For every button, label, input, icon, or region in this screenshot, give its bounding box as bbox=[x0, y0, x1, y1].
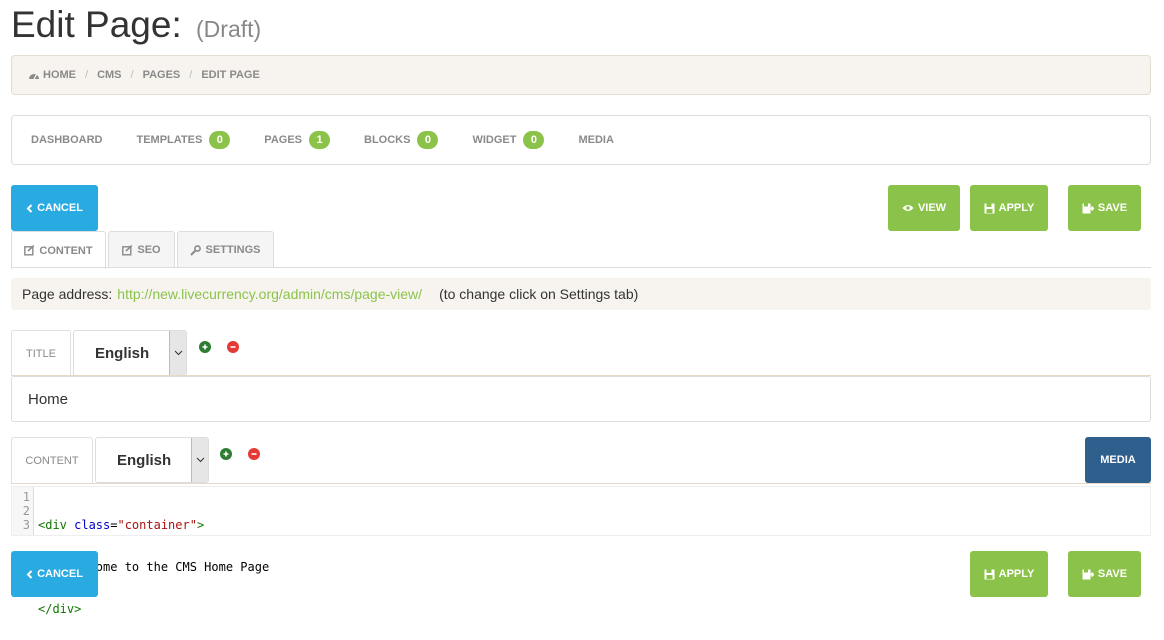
eye-icon bbox=[902, 205, 914, 211]
remove-language-icon[interactable] bbox=[227, 341, 239, 353]
nav-blocks[interactable]: BLOCKS 0 bbox=[364, 131, 439, 149]
field-label-text: CONTENT bbox=[25, 454, 79, 467]
add-language-icon[interactable] bbox=[199, 341, 211, 353]
bottom-save-button[interactable]: SAVE bbox=[1068, 551, 1141, 597]
nav-label: WIDGET bbox=[472, 134, 517, 146]
apply-label: APPLY bbox=[998, 202, 1035, 214]
selected-language: English bbox=[117, 451, 172, 469]
title-input[interactable]: Home bbox=[11, 376, 1151, 422]
edit-icon bbox=[122, 244, 133, 255]
page-title: Edit Page: (Draft) bbox=[11, 4, 261, 46]
draft-status: (Draft) bbox=[196, 16, 262, 42]
page-title-text: Edit Page: bbox=[11, 4, 182, 45]
save-label: SAVE bbox=[1097, 202, 1128, 214]
code-editor[interactable]: 1 2 3 <div class="container"> Welcome to… bbox=[11, 486, 1151, 616]
breadcrumb-separator: / bbox=[130, 69, 134, 81]
dashboard-icon bbox=[29, 74, 39, 80]
apply-button[interactable]: APPLY bbox=[970, 185, 1048, 231]
code-string: "container" bbox=[117, 518, 197, 532]
field-divider bbox=[11, 483, 1151, 484]
page-address-bar: Page address: http://new.livecurrency.or… bbox=[11, 278, 1151, 310]
chevron-left-icon bbox=[26, 569, 33, 579]
tab-settings[interactable]: SETTINGS bbox=[177, 231, 274, 268]
nav-pages[interactable]: PAGES 1 bbox=[264, 131, 330, 149]
cms-nav: DASHBOARD TEMPLATES 0 PAGES 1 BLOCKS 0 WIDG… bbox=[11, 115, 1151, 165]
bottom-apply-button[interactable]: APPLY bbox=[970, 551, 1048, 597]
page-address-hint: (to change click on Settings tab) bbox=[439, 286, 639, 302]
tab-label: SETTINGS bbox=[205, 244, 261, 256]
code-line: </div> bbox=[38, 602, 269, 616]
media-label: MEDIA bbox=[1100, 454, 1136, 466]
breadcrumb-edit-page: EDIT PAGE bbox=[201, 69, 260, 81]
view-button[interactable]: VIEW bbox=[888, 185, 960, 231]
breadcrumb-cms[interactable]: CMS bbox=[97, 69, 121, 81]
page-address-link[interactable]: http://new.livecurrency.org/admin/cms/pa… bbox=[117, 286, 422, 302]
nav-media[interactable]: MEDIA bbox=[578, 134, 613, 146]
save-button[interactable]: SAVE bbox=[1068, 185, 1141, 231]
title-field-label: TITLE bbox=[11, 330, 71, 376]
wrench-icon bbox=[190, 244, 202, 256]
save-apply-icon bbox=[984, 569, 995, 579]
count-badge: 0 bbox=[209, 131, 231, 149]
add-language-icon[interactable] bbox=[220, 448, 232, 460]
media-button[interactable]: MEDIA bbox=[1085, 437, 1151, 483]
code-tag: </div> bbox=[38, 602, 82, 616]
breadcrumb: HOME / CMS / PAGES / EDIT PAGE bbox=[11, 55, 1151, 95]
title-input-value: Home bbox=[28, 390, 69, 408]
chevron-down-icon bbox=[191, 438, 208, 482]
nav-label: PAGES bbox=[264, 134, 302, 146]
breadcrumb-separator: / bbox=[85, 69, 89, 81]
save-exit-icon bbox=[1082, 203, 1094, 213]
code-content[interactable]: <div class="container"> Welcome to the C… bbox=[34, 487, 269, 616]
title-language-select[interactable]: English bbox=[73, 330, 187, 376]
count-badge: 1 bbox=[309, 131, 330, 149]
nav-label: MEDIA bbox=[578, 134, 614, 146]
chevron-left-icon bbox=[26, 203, 33, 213]
nav-label: TEMPLATES bbox=[136, 134, 203, 146]
selected-language: English bbox=[95, 344, 150, 362]
cancel-label: CANCEL bbox=[37, 568, 83, 580]
nav-widget[interactable]: WIDGET 0 bbox=[472, 131, 545, 149]
line-number: 3 bbox=[22, 518, 30, 532]
tab-seo[interactable]: SEO bbox=[108, 231, 175, 268]
save-exit-icon bbox=[1082, 569, 1094, 579]
view-label: VIEW bbox=[917, 202, 947, 214]
page-address-label: Page address: bbox=[22, 286, 113, 302]
tab-label: CONTENT bbox=[39, 244, 93, 257]
nav-label: BLOCKS bbox=[364, 134, 411, 146]
line-numbers: 1 2 3 bbox=[12, 487, 34, 535]
nav-label: DASHBOARD bbox=[31, 134, 103, 146]
code-line: <div class="container"> bbox=[38, 518, 269, 532]
breadcrumb-home[interactable]: HOME bbox=[43, 69, 76, 81]
nav-templates[interactable]: TEMPLATES 0 bbox=[137, 131, 231, 149]
code-tag-close: > bbox=[196, 518, 205, 532]
tab-content[interactable]: CONTENT bbox=[11, 231, 106, 269]
line-number: 2 bbox=[22, 504, 30, 518]
chevron-down-icon bbox=[169, 331, 186, 375]
nav-dashboard[interactable]: DASHBOARD bbox=[31, 134, 103, 146]
breadcrumb-separator: / bbox=[189, 69, 193, 81]
count-badge: 0 bbox=[523, 131, 545, 149]
line-number: 1 bbox=[22, 490, 30, 504]
code-attr: class bbox=[74, 518, 111, 532]
content-language-select[interactable]: English bbox=[95, 437, 209, 483]
breadcrumb-pages[interactable]: PAGES bbox=[143, 69, 181, 81]
bottom-cancel-button[interactable]: CANCEL bbox=[11, 551, 98, 597]
remove-language-icon[interactable] bbox=[248, 448, 260, 460]
tab-divider bbox=[11, 267, 1151, 268]
field-label-text: TITLE bbox=[26, 347, 56, 360]
save-label: SAVE bbox=[1097, 568, 1128, 580]
apply-label: APPLY bbox=[998, 568, 1035, 580]
cancel-label: CANCEL bbox=[37, 202, 83, 214]
tab-label: SEO bbox=[137, 244, 161, 256]
code-tag-open: <div bbox=[38, 518, 75, 532]
save-apply-icon bbox=[984, 203, 995, 213]
content-field-label: CONTENT bbox=[11, 437, 93, 483]
count-badge: 0 bbox=[417, 131, 439, 149]
edit-icon bbox=[24, 245, 35, 256]
cancel-button[interactable]: CANCEL bbox=[11, 185, 98, 231]
